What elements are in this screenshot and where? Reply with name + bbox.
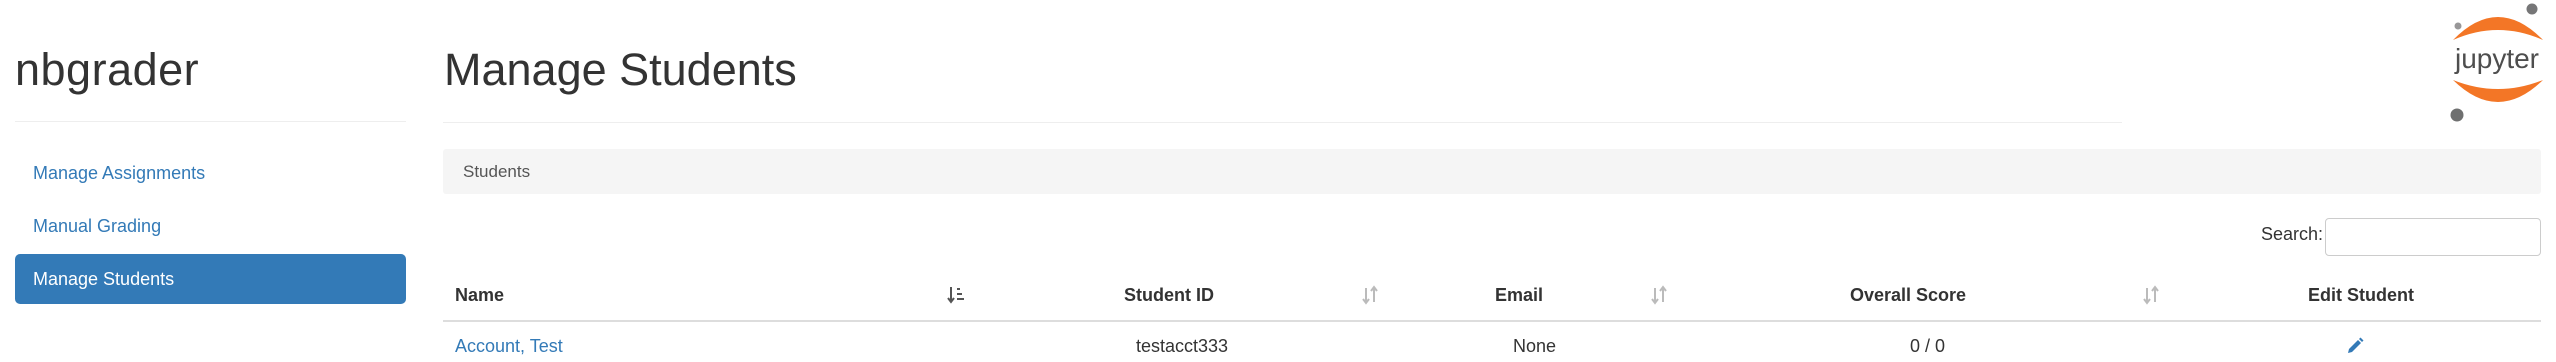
sort-both-icon[interactable]: [1650, 285, 1668, 305]
overall-score-cell: 0 / 0: [1910, 336, 1946, 356]
sidebar-item-manual-grading[interactable]: Manual Grading: [15, 201, 406, 251]
email-cell: None: [1513, 336, 1557, 356]
student-name-link[interactable]: Account, Test: [455, 322, 563, 362]
column-header-email[interactable]: Email: [1495, 270, 1543, 320]
jupyter-logo-icon: jupyter: [2450, 3, 2543, 122]
page-title: Manage Students: [444, 44, 797, 95]
sort-ascending-icon[interactable]: [947, 285, 965, 305]
student-id-cell: testacct333: [1136, 336, 1229, 356]
sidebar-item-manage-students[interactable]: Manage Students: [15, 254, 406, 304]
column-header-overall-score[interactable]: Overall Score: [1850, 270, 1966, 320]
table-row: Account, Test testacct333 None 0 / 0: [443, 322, 2541, 362]
search-label: Search:: [2261, 224, 2324, 244]
search-input[interactable]: [2325, 218, 2541, 256]
table-header-row: Name Student ID Email Overall Score Edit…: [443, 270, 2541, 322]
column-header-edit-student: Edit Student: [2308, 285, 2414, 305]
app-title: nbgrader: [15, 44, 200, 95]
column-header-student-id[interactable]: Student ID: [1124, 270, 1214, 320]
students-table: Name Student ID Email Overall Score Edit…: [443, 270, 2541, 362]
sidebar-item-manage-assignments[interactable]: Manage Assignments: [15, 148, 406, 198]
panel-heading: Students: [443, 149, 2541, 194]
column-header-name[interactable]: Name: [455, 270, 504, 320]
sidebar-divider: [15, 121, 406, 122]
logo-text: jupyter: [2454, 43, 2539, 74]
sort-both-icon[interactable]: [1361, 285, 1379, 305]
sidebar-nav: Manage Assignments Manual Grading Manage…: [15, 148, 406, 307]
title-divider: [443, 122, 2122, 123]
pencil-icon[interactable]: [2345, 336, 2365, 356]
sort-both-icon[interactable]: [2142, 285, 2160, 305]
